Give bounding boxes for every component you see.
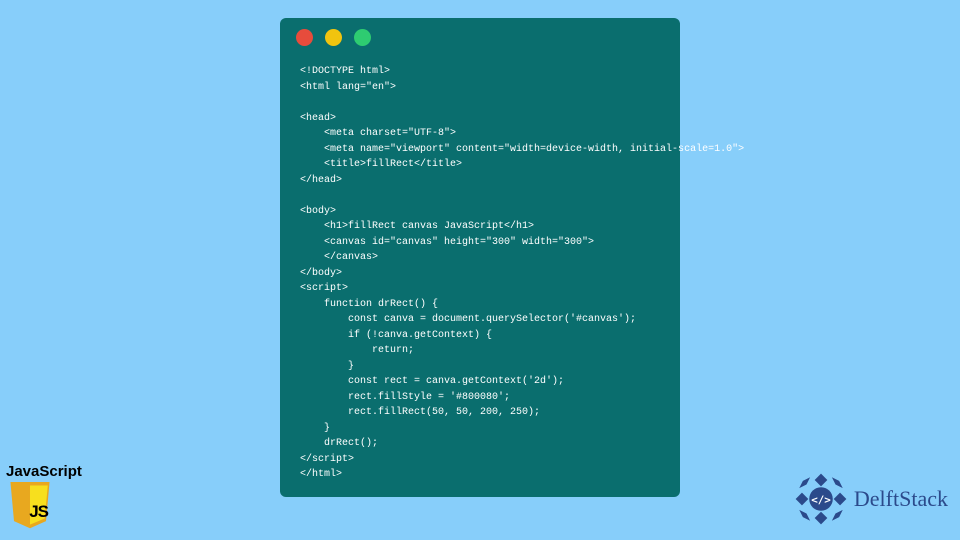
javascript-logo-icon: JS: [6, 482, 54, 530]
close-icon: [296, 29, 313, 46]
code-window: <!DOCTYPE html> <html lang="en"> <head> …: [280, 18, 680, 497]
code-snippet: <!DOCTYPE html> <html lang="en"> <head> …: [280, 56, 680, 483]
brand-logo: </> DelftStack: [792, 470, 948, 528]
javascript-logo-text: JS: [29, 502, 48, 522]
delftstack-icon: </>: [792, 470, 850, 528]
brand-name: DelftStack: [854, 486, 948, 512]
window-titlebar: [280, 18, 680, 56]
javascript-badge: JavaScript JS: [6, 463, 86, 530]
zoom-icon: [354, 29, 371, 46]
svg-text:</>: </>: [811, 494, 831, 507]
minimize-icon: [325, 29, 342, 46]
javascript-label: JavaScript: [6, 463, 86, 480]
